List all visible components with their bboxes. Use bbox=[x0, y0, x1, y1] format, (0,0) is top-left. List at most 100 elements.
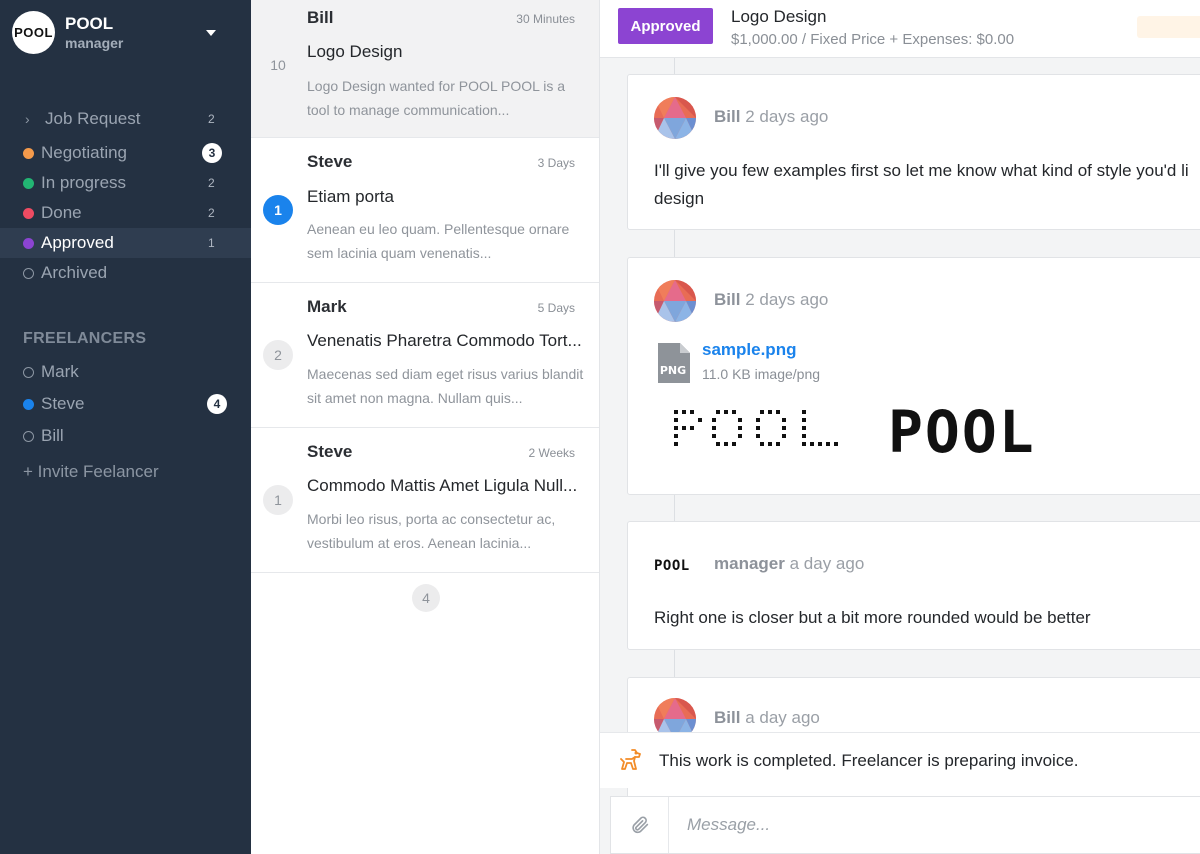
message-card: Bill 2 days ago PNG sample.png 11.0 KB i… bbox=[627, 257, 1200, 495]
list-item-subject: Etiam porta bbox=[307, 187, 394, 206]
nav-item-negotiating[interactable]: Negotiating 3 bbox=[0, 138, 251, 168]
brand-name: POOL bbox=[65, 13, 114, 33]
list-item-preview: Morbi leo risus, porta ac consectetur ac… bbox=[307, 511, 556, 551]
attachment-link[interactable]: sample.png bbox=[702, 340, 796, 360]
list-item[interactable]: Steve 2 Weeks 1 Commodo Mattis Amet Ligu… bbox=[251, 428, 599, 573]
list-item[interactable]: Bill 30 Minutes 10 Logo Design Logo Desi… bbox=[251, 0, 599, 138]
message-author: Bill bbox=[714, 708, 741, 727]
nav-item-count-badge: 3 bbox=[202, 143, 222, 163]
freelancers-nav: Mark Steve 4 Bill bbox=[0, 356, 251, 452]
avatar bbox=[654, 280, 696, 322]
list-item[interactable]: Steve 3 Days 1 Etiam porta Aenean eu leo… bbox=[251, 138, 599, 283]
list-item-preview: Aenean eu leo quam. Pellentesque ornare … bbox=[307, 221, 570, 261]
list-item-subject: Logo Design bbox=[307, 42, 403, 61]
list-item[interactable]: Mark 5 Days 2 Venenatis Pharetra Commodo… bbox=[251, 283, 599, 428]
nav-item-label: Archived bbox=[41, 263, 108, 282]
message-meta: Bill 2 days ago bbox=[714, 290, 828, 310]
list-item-name: Steve bbox=[307, 152, 353, 171]
freelancer-count-badge: 4 bbox=[207, 394, 227, 414]
message-text-line: I'll give you few examples first so let … bbox=[654, 161, 1189, 180]
message-input[interactable] bbox=[673, 805, 1193, 845]
nav-item-label: Done bbox=[41, 203, 82, 222]
message-text: I'll give you few examples first so let … bbox=[654, 157, 1189, 213]
message-text: Right one is closer but a bit more round… bbox=[654, 608, 1091, 627]
nav-item-count: 2 bbox=[208, 176, 215, 190]
freelancer-label: Steve bbox=[41, 394, 85, 413]
chevron-down-icon[interactable] bbox=[206, 30, 216, 36]
status-dot-icon bbox=[23, 177, 34, 189]
message-time: 2 days ago bbox=[745, 290, 829, 309]
job-price: $1,000.00 / Fixed Price + Expenses: $0.0… bbox=[731, 31, 1015, 48]
manager-avatar: POOL bbox=[654, 558, 690, 574]
pagination-button[interactable]: 4 bbox=[412, 584, 440, 612]
message-time: a day ago bbox=[745, 708, 820, 727]
nav-item-approved[interactable]: Approved 1 bbox=[0, 228, 251, 258]
list-item-count: 2 bbox=[263, 340, 293, 370]
status-dot-icon bbox=[23, 398, 34, 410]
message-author: Bill bbox=[714, 107, 741, 126]
list-item-name: Bill bbox=[307, 8, 334, 27]
nav-item-label: Approved bbox=[41, 233, 114, 252]
freelancer-label: Mark bbox=[41, 362, 79, 381]
nav-item-label: Negotiating bbox=[41, 143, 128, 162]
message-card: POOL manager a day ago Right one is clos… bbox=[627, 521, 1200, 650]
nav-item-count: 2 bbox=[208, 112, 215, 126]
message-meta: Bill a day ago bbox=[714, 708, 820, 728]
message-time: a day ago bbox=[789, 554, 865, 573]
freelancer-item-mark[interactable]: Mark bbox=[0, 356, 251, 388]
freelancer-item-steve[interactable]: Steve 4 bbox=[0, 388, 251, 420]
message-meta: manager a day ago bbox=[714, 554, 864, 574]
conversation-list: Bill 30 Minutes 10 Logo Design Logo Desi… bbox=[251, 0, 600, 854]
status-dot-icon bbox=[23, 207, 34, 219]
list-item-name: Mark bbox=[307, 297, 347, 316]
png-file-icon: PNG bbox=[656, 343, 690, 388]
file-ext: PNG bbox=[660, 364, 686, 377]
status-nav: › Job Request 2 Negotiating 3 In progres… bbox=[0, 104, 251, 288]
status-button[interactable]: Approved bbox=[618, 8, 713, 44]
nav-item-done[interactable]: Done 2 bbox=[0, 198, 251, 228]
invite-freelancer-link[interactable]: + Invite Feelancer bbox=[23, 462, 159, 482]
avatar bbox=[654, 97, 696, 139]
brand[interactable]: POOL POOL manager bbox=[12, 11, 123, 54]
paperclip-icon[interactable] bbox=[611, 797, 669, 853]
status-notice: This work is completed. Freelancer is pr… bbox=[600, 732, 1200, 788]
notice-text: This work is completed. Freelancer is pr… bbox=[659, 751, 1079, 770]
list-item-count: 1 bbox=[263, 485, 293, 515]
list-item-time: 5 Days bbox=[537, 301, 575, 315]
list-item-time: 2 Weeks bbox=[528, 446, 575, 460]
message-author: manager bbox=[714, 554, 785, 573]
conversation-panel: Bill 2 days ago I'll give you few exampl… bbox=[600, 0, 1200, 854]
logo-final-image[interactable]: POOL bbox=[888, 398, 1036, 466]
list-item-subject: Venenatis Pharetra Commodo Tort... bbox=[307, 331, 582, 350]
message-meta: Bill 2 days ago bbox=[714, 107, 828, 127]
list-item-subject: Commodo Mattis Amet Ligula Null... bbox=[307, 476, 578, 495]
brand-subtitle: manager bbox=[65, 34, 124, 51]
header-tag[interactable] bbox=[1137, 16, 1200, 38]
message-time: 2 days ago bbox=[745, 107, 829, 126]
message-author: Bill bbox=[714, 290, 741, 309]
job-title: Logo Design bbox=[731, 7, 827, 26]
nav-item-job-request[interactable]: › Job Request 2 bbox=[0, 104, 251, 134]
logo-sketch-image[interactable] bbox=[672, 408, 852, 457]
list-item-time: 30 Minutes bbox=[516, 12, 575, 26]
nav-item-in-progress[interactable]: In progress 2 bbox=[0, 168, 251, 198]
dog-icon bbox=[618, 747, 644, 778]
brand-logo: POOL bbox=[12, 11, 55, 54]
message-card: Bill 2 days ago I'll give you few exampl… bbox=[627, 74, 1200, 230]
sidebar: POOL POOL manager › Job Request 2 Negoti… bbox=[0, 0, 251, 854]
list-item-time: 3 Days bbox=[537, 156, 575, 170]
job-header: Approved Logo Design $1,000.00 / Fixed P… bbox=[600, 0, 1200, 58]
list-item-name: Steve bbox=[307, 442, 353, 461]
nav-item-count: 2 bbox=[208, 206, 215, 220]
nav-item-archived[interactable]: Archived bbox=[0, 258, 251, 288]
status-dot-icon bbox=[23, 430, 34, 442]
freelancer-item-bill[interactable]: Bill bbox=[0, 420, 251, 452]
message-text-line: design bbox=[654, 189, 705, 208]
status-dot-icon bbox=[23, 366, 34, 378]
nav-item-label: Job Request bbox=[45, 109, 141, 128]
list-item-preview: Maecenas sed diam eget risus varius blan… bbox=[307, 366, 584, 406]
chevron-right-icon: › bbox=[25, 111, 30, 127]
nav-item-count: 1 bbox=[208, 236, 215, 250]
attachment-info: 11.0 KB image/png bbox=[702, 366, 821, 382]
message-composer bbox=[610, 796, 1200, 854]
